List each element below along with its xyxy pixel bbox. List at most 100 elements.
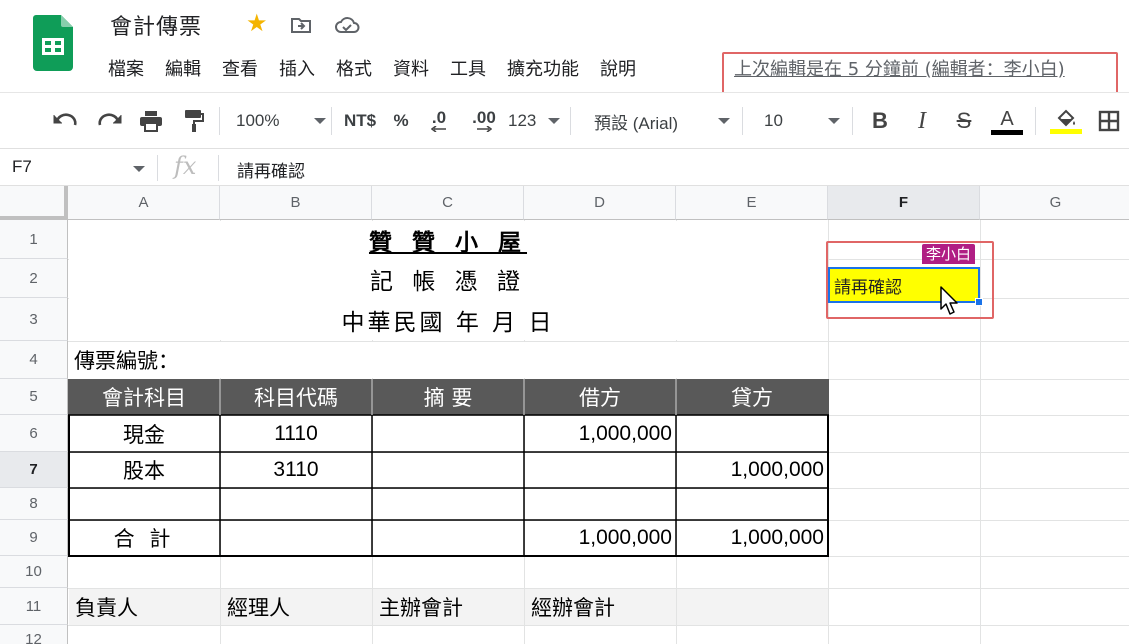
percent-format-button[interactable]: % bbox=[388, 93, 414, 149]
voucher-no-label[interactable]: 傳票編號： bbox=[68, 341, 368, 379]
column-header-d[interactable]: D bbox=[524, 186, 676, 220]
sheets-logo-icon[interactable] bbox=[33, 15, 73, 71]
bold-icon[interactable]: B bbox=[866, 93, 894, 149]
row-header-4[interactable]: 4 bbox=[0, 341, 68, 379]
fill-handle[interactable] bbox=[975, 298, 983, 306]
font-size-select[interactable]: 10 bbox=[764, 93, 840, 149]
column-header-a[interactable]: A bbox=[68, 186, 220, 220]
cell-a7[interactable]: 股本 bbox=[68, 452, 220, 488]
row-header-1[interactable]: 1 bbox=[0, 220, 68, 259]
signature-owner[interactable]: 負責人 bbox=[69, 589, 220, 625]
column-header-f[interactable]: F bbox=[828, 186, 980, 220]
text-color-swatch bbox=[991, 129, 1023, 135]
text-color-icon[interactable]: A bbox=[990, 93, 1024, 149]
cell-a1[interactable]: 贊 贊 小 屋 bbox=[68, 220, 828, 259]
move-folder-icon[interactable] bbox=[290, 14, 312, 36]
cell-d7[interactable] bbox=[524, 452, 676, 488]
cell-d9[interactable]: 1,000,000 bbox=[524, 520, 676, 556]
menu-extensions[interactable]: 擴充功能 bbox=[507, 57, 579, 83]
signature-blank[interactable] bbox=[677, 589, 828, 625]
cell-a2[interactable]: 記 帳 憑 證 bbox=[68, 259, 828, 298]
fill-color-icon[interactable] bbox=[1048, 93, 1084, 149]
select-all-corner[interactable] bbox=[0, 186, 68, 220]
cell-a3[interactable]: 中華民國 年 月 日 bbox=[68, 298, 828, 341]
row-header-5[interactable]: 5 bbox=[0, 379, 68, 415]
menu-tools[interactable]: 工具 bbox=[450, 57, 486, 83]
column-header-g[interactable]: G bbox=[980, 186, 1129, 220]
cell-a6[interactable]: 現金 bbox=[68, 415, 220, 452]
cell-b8[interactable] bbox=[220, 488, 372, 520]
print-icon[interactable] bbox=[135, 93, 167, 149]
column-header-b[interactable]: B bbox=[220, 186, 372, 220]
header-account-code[interactable]: 科目代碼 bbox=[220, 379, 372, 415]
menu-data[interactable]: 資料 bbox=[393, 57, 429, 83]
paint-format-icon[interactable] bbox=[177, 93, 209, 149]
strikethrough-icon[interactable]: S bbox=[950, 93, 978, 149]
signature-accountant[interactable]: 經辦會計 bbox=[525, 589, 676, 625]
cell-c7[interactable] bbox=[372, 452, 524, 488]
cell-e8[interactable] bbox=[676, 488, 828, 520]
row-header-7[interactable]: 7 bbox=[0, 452, 68, 488]
row-header-10[interactable]: 10 bbox=[0, 556, 68, 588]
cell-c6[interactable] bbox=[372, 415, 524, 452]
divider bbox=[157, 155, 158, 181]
cell-c9[interactable] bbox=[372, 520, 524, 556]
signature-manager[interactable]: 經理人 bbox=[221, 589, 372, 625]
column-header-c[interactable]: C bbox=[372, 186, 524, 220]
row-header-11[interactable]: 11 bbox=[0, 588, 68, 625]
chevron-down-icon bbox=[718, 118, 730, 124]
cell-a8[interactable] bbox=[68, 488, 220, 520]
row-header-6[interactable]: 6 bbox=[0, 415, 68, 452]
row-header-2[interactable]: 2 bbox=[0, 259, 68, 298]
menu-format[interactable]: 格式 bbox=[336, 57, 372, 83]
cell-e6[interactable] bbox=[676, 415, 828, 452]
header-account[interactable]: 會計科目 bbox=[68, 379, 220, 415]
formula-input[interactable]: 請再確認 bbox=[237, 157, 305, 182]
row-header-8[interactable]: 8 bbox=[0, 488, 68, 520]
font-select[interactable]: 預設 (Arial) bbox=[594, 93, 730, 149]
cell-c8[interactable] bbox=[372, 488, 524, 520]
font-value: 預設 (Arial) bbox=[594, 113, 679, 133]
borders-icon[interactable] bbox=[1094, 93, 1124, 149]
increase-decimal-button[interactable]: .00 bbox=[466, 93, 502, 149]
header-debit[interactable]: 借方 bbox=[524, 379, 676, 415]
undo-icon[interactable] bbox=[50, 93, 82, 149]
cell-b9[interactable] bbox=[220, 520, 372, 556]
document-title[interactable]: 會計傳票 bbox=[110, 9, 202, 41]
voucher-subtitle: 記 帳 憑 證 bbox=[370, 268, 526, 295]
menu-edit[interactable]: 編輯 bbox=[165, 57, 201, 83]
chevron-down-icon bbox=[548, 118, 560, 124]
star-icon[interactable]: ★ bbox=[246, 10, 268, 36]
redo-icon[interactable] bbox=[93, 93, 125, 149]
header-summary[interactable]: 摘 要 bbox=[372, 379, 524, 415]
zoom-select[interactable]: 100% bbox=[236, 93, 326, 149]
row-header-12[interactable]: 12 bbox=[0, 625, 68, 644]
menu-insert[interactable]: 插入 bbox=[279, 57, 315, 83]
cell-e9[interactable]: 1,000,000 bbox=[676, 520, 828, 556]
grid-line bbox=[68, 625, 1129, 626]
toolbar-divider bbox=[742, 107, 743, 135]
last-edit-link[interactable]: 上次編輯是在 5 分鐘前 (編輯者：李小白) bbox=[734, 57, 1065, 83]
cell-b6[interactable]: 1110 bbox=[220, 415, 372, 452]
cell-a9[interactable]: 合 計 bbox=[68, 520, 220, 556]
cloud-saved-icon[interactable] bbox=[334, 14, 360, 36]
more-formats-select[interactable]: 123 bbox=[508, 93, 560, 149]
menu-help[interactable]: 說明 bbox=[600, 57, 636, 83]
signature-chief-accountant[interactable]: 主辦會計 bbox=[373, 589, 524, 625]
italic-icon[interactable]: I bbox=[908, 93, 936, 149]
cell-b7[interactable]: 3110 bbox=[220, 452, 372, 488]
cell-d8[interactable] bbox=[524, 488, 676, 520]
decrease-decimal-label: .0 bbox=[431, 108, 447, 127]
menu-view[interactable]: 查看 bbox=[222, 57, 258, 83]
header-credit[interactable]: 貸方 bbox=[676, 379, 828, 415]
chevron-down-icon[interactable] bbox=[133, 166, 145, 172]
cell-d6[interactable]: 1,000,000 bbox=[524, 415, 676, 452]
decrease-decimal-button[interactable]: .0 bbox=[424, 93, 454, 149]
row-header-3[interactable]: 3 bbox=[0, 298, 68, 341]
cell-e7[interactable]: 1,000,000 bbox=[676, 452, 828, 488]
menu-file[interactable]: 檔案 bbox=[108, 57, 144, 83]
column-header-e[interactable]: E bbox=[676, 186, 828, 220]
currency-format-button[interactable]: NT$ bbox=[338, 93, 382, 149]
row-header-9[interactable]: 9 bbox=[0, 520, 68, 556]
name-box[interactable]: F7 bbox=[12, 157, 32, 177]
